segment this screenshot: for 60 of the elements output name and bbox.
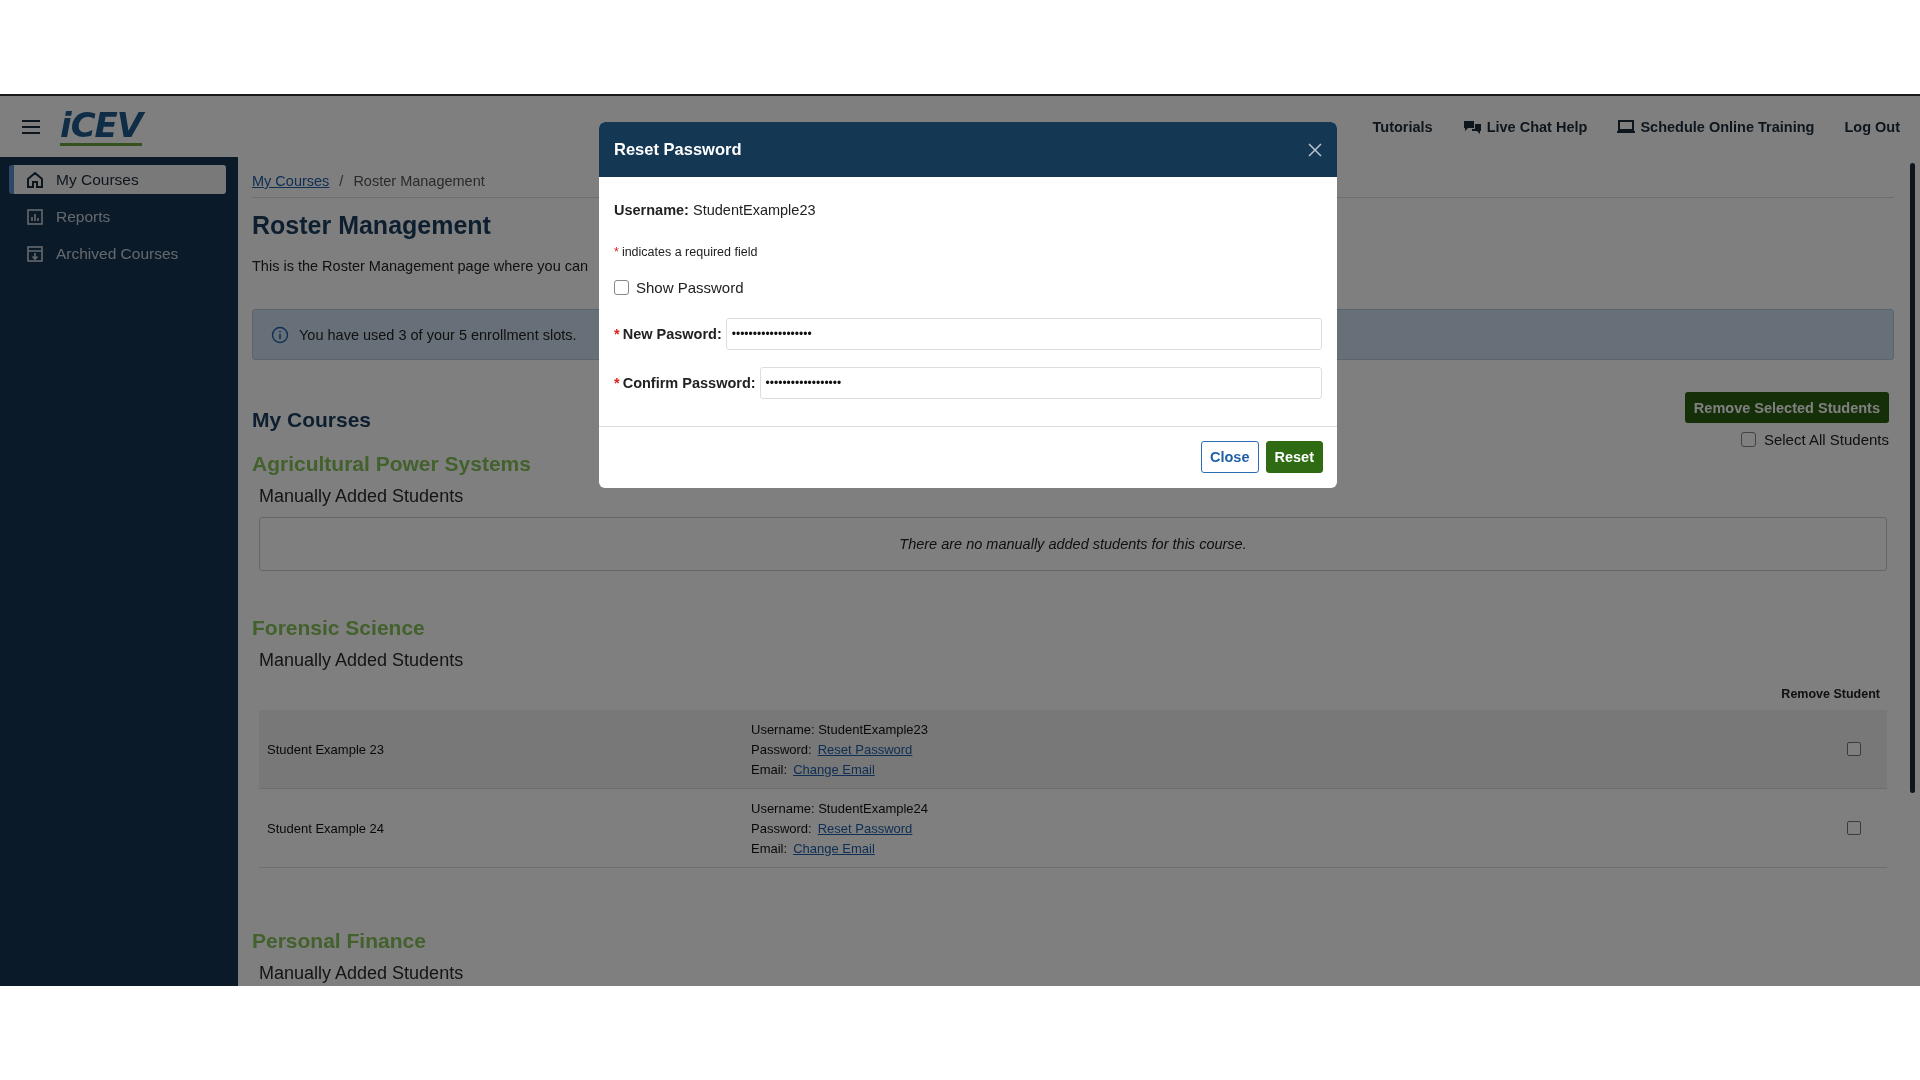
course-title: Personal Finance: [252, 929, 426, 953]
section-subheading: Manually Added Students: [259, 486, 464, 507]
nav-link[interactable]: Live Chat Help: [1462, 118, 1588, 135]
scrollbar[interactable]: [1910, 163, 1915, 793]
info-icon: [271, 325, 289, 344]
logo[interactable]: iCEV: [60, 107, 143, 146]
menu-icon[interactable]: [22, 119, 40, 134]
checkbox[interactable]: [1847, 742, 1861, 756]
section-subheading: Manually Added Students: [259, 963, 464, 984]
field-label: Password:: [751, 820, 812, 836]
breadcrumb-link[interactable]: My Courses: [252, 173, 330, 189]
field-label: Email:: [751, 761, 788, 777]
monitor-icon: [1617, 119, 1636, 134]
breadcrumb-current: Roster Management: [353, 173, 485, 189]
checkbox-label[interactable]: Show Password: [636, 279, 744, 296]
field-label: Email:: [751, 840, 788, 856]
student-name: Student Example 23: [266, 741, 385, 757]
checkbox-label[interactable]: Select All Students: [1763, 431, 1889, 448]
course-title: Agricultural Power Systems: [252, 452, 531, 476]
required-note: * indicates a required field: [614, 245, 759, 259]
section-title: My Courses: [252, 408, 372, 432]
page-title: Roster Management: [252, 211, 491, 240]
page-description: This is the Roster Management page where you can: [252, 258, 589, 274]
home-icon: [26, 170, 44, 189]
close-button[interactable]: Close: [1201, 441, 1259, 473]
change-email-link[interactable]: Change Email: [793, 761, 875, 777]
reset-password-link[interactable]: Reset Password: [817, 741, 913, 757]
section-subheading: Manually Added Students: [259, 650, 464, 671]
nav-link[interactable]: Log Out: [1844, 118, 1900, 135]
password-field[interactable]: ••••••••••••••••••: [759, 367, 1322, 399]
reset-button[interactable]: Reset: [1265, 441, 1323, 473]
alert-text: You have used 3 of your 5 enrollment slots.: [299, 326, 577, 343]
sidebar-item[interactable]: My Courses: [9, 165, 226, 194]
student-name: Student Example 24: [266, 820, 385, 836]
sidebar-item[interactable]: Archived Courses: [9, 239, 226, 268]
nav-link[interactable]: Schedule Online Training: [1617, 118, 1815, 135]
remove-selected-button[interactable]: Remove Selected Students: [1684, 392, 1889, 423]
breadcrumb-separator: /: [339, 173, 344, 189]
course-title: Forensic Science: [252, 616, 425, 640]
column-header: Remove Student: [1781, 687, 1880, 701]
username-text: Username: StudentExample24: [751, 800, 930, 816]
checkbox[interactable]: [1740, 432, 1756, 447]
change-email-link[interactable]: Change Email: [793, 840, 875, 856]
field-label: * New Pasword:: [614, 326, 722, 342]
password-field[interactable]: •••••••••••••••••••: [725, 318, 1322, 350]
field-label: * Confirm Password:: [614, 375, 756, 391]
chart-icon: [26, 207, 44, 226]
nav-link[interactable]: Tutorials: [1372, 118, 1433, 135]
username-text: Username: StudentExample23: [751, 721, 930, 737]
username-text: Username: StudentExample23: [614, 202, 817, 218]
reset-password-link[interactable]: Reset Password: [817, 820, 913, 836]
archive-icon: [26, 244, 44, 263]
field-label: Password:: [751, 741, 812, 757]
empty-message: There are no manually added students for this course.: [259, 517, 1887, 571]
sidebar-item[interactable]: Reports: [9, 202, 226, 231]
close-icon[interactable]: [1308, 142, 1322, 157]
checkbox[interactable]: [614, 280, 629, 295]
checkbox[interactable]: [1847, 821, 1861, 835]
chat-icon: [1462, 118, 1482, 135]
dialog-title: Reset Password: [614, 140, 742, 159]
